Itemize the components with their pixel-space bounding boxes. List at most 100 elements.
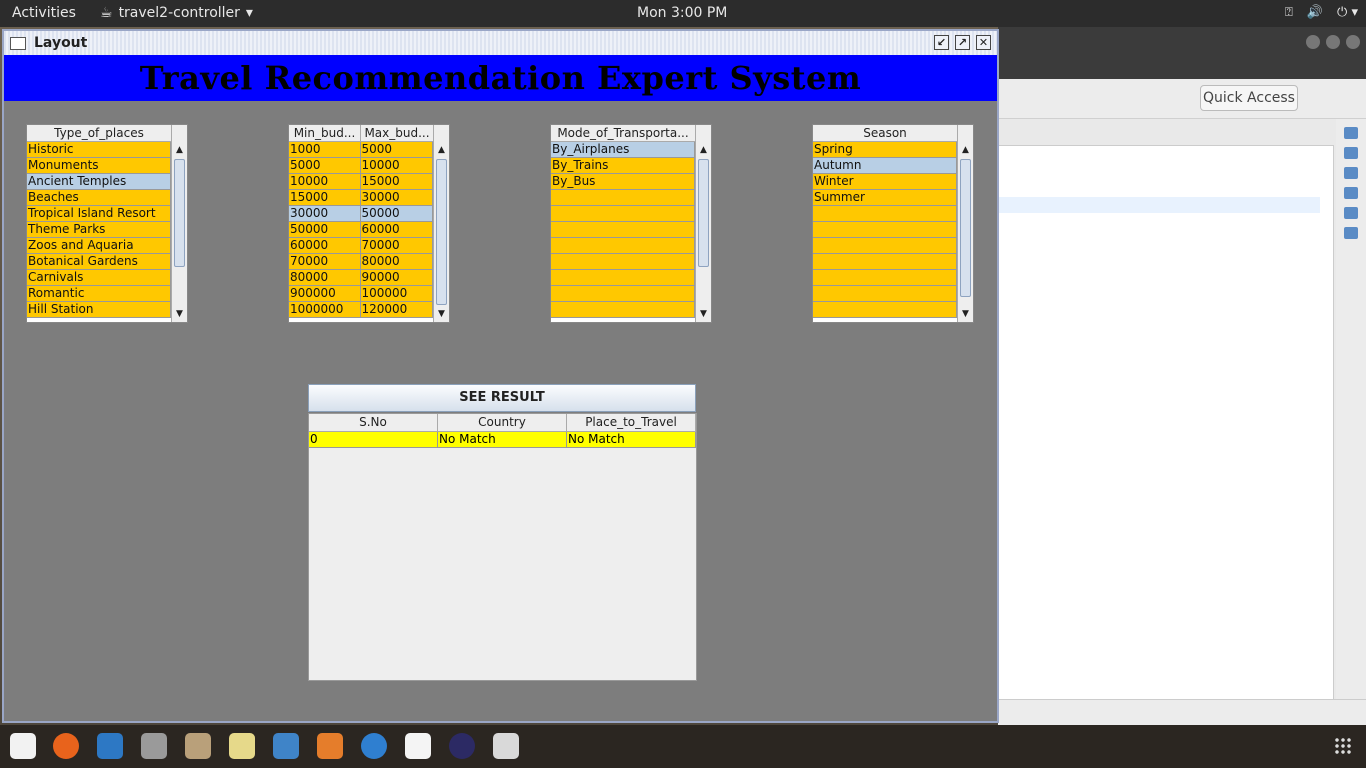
software-center-icon[interactable]: [317, 733, 343, 759]
list-item[interactable]: Zoos and Aquaria: [27, 238, 171, 254]
column-header-country[interactable]: Country: [438, 414, 567, 431]
table-row[interactable]: 1000 5000: [289, 142, 433, 158]
table-row[interactable]: 5000 10000: [289, 158, 433, 174]
list-item[interactable]: [551, 270, 695, 286]
list-item[interactable]: [551, 222, 695, 238]
list-item[interactable]: [813, 270, 957, 286]
java-app-icon[interactable]: [493, 733, 519, 759]
thunderbird-icon[interactable]: [97, 733, 123, 759]
list-item[interactable]: [813, 206, 957, 222]
list-item[interactable]: [551, 302, 695, 318]
table-row[interactable]: 80000 90000: [289, 270, 433, 286]
list-item[interactable]: Autumn: [813, 158, 957, 174]
column-header-min-budget[interactable]: Min_bud...: [289, 125, 361, 141]
list-item[interactable]: [813, 238, 957, 254]
list-item[interactable]: Tropical Island Resort: [27, 206, 171, 222]
quick-access-field[interactable]: Quick Access: [1200, 85, 1298, 111]
scroll-up-icon[interactable]: ▲: [696, 142, 711, 158]
scroll-up-icon[interactable]: ▲: [172, 142, 187, 158]
table-row[interactable]: 0 No Match No Match: [309, 432, 696, 448]
scroll-down-icon[interactable]: ▼: [696, 306, 711, 322]
app-menu[interactable]: ☕ travel2-controller ▾: [100, 5, 253, 21]
table-row[interactable]: 1000000 120000: [289, 302, 433, 318]
scroll-thumb[interactable]: [960, 159, 971, 297]
outline-icon[interactable]: [1344, 127, 1358, 139]
list-item[interactable]: [813, 302, 957, 318]
scrollbar[interactable]: ▲ ▼: [433, 125, 449, 322]
maximize-icon[interactable]: [1326, 35, 1340, 49]
list-item[interactable]: Hill Station: [27, 302, 171, 318]
list-item[interactable]: [551, 254, 695, 270]
table-row[interactable]: 70000 80000: [289, 254, 433, 270]
list-item[interactable]: Ancient Temples: [27, 174, 171, 190]
amazon-icon[interactable]: [405, 733, 431, 759]
list-item[interactable]: [551, 286, 695, 302]
list-item[interactable]: Botanical Gardens: [27, 254, 171, 270]
scrollbar[interactable]: ▲ ▼: [171, 125, 187, 322]
help-icon[interactable]: [361, 733, 387, 759]
table-row[interactable]: 60000 70000: [289, 238, 433, 254]
list-item[interactable]: Spring: [813, 142, 957, 158]
table-row[interactable]: 30000 50000: [289, 206, 433, 222]
java-installer-icon[interactable]: [10, 733, 36, 759]
list-item[interactable]: Theme Parks: [27, 222, 171, 238]
minimize-icon[interactable]: ↙: [934, 35, 949, 50]
system-tray[interactable]: ⍰ 🔊 ⏻ ▾: [1285, 5, 1358, 20]
scroll-down-icon[interactable]: ▼: [172, 306, 187, 322]
list-item[interactable]: Romantic: [27, 286, 171, 302]
dialog-titlebar[interactable]: Layout ↙ ↗ ✕: [4, 31, 997, 55]
files-icon[interactable]: [185, 733, 211, 759]
close-icon[interactable]: [1346, 35, 1360, 49]
rhythmbox-icon[interactable]: [229, 733, 255, 759]
table-row[interactable]: 900000 100000: [289, 286, 433, 302]
list-item[interactable]: Historic: [27, 142, 171, 158]
task-list-icon[interactable]: [1344, 147, 1358, 159]
table-row[interactable]: 50000 60000: [289, 222, 433, 238]
minimize-icon[interactable]: [1306, 35, 1320, 49]
declaration-icon[interactable]: [1344, 187, 1358, 199]
maximize-icon[interactable]: ↗: [955, 35, 970, 50]
table-row[interactable]: 15000 30000: [289, 190, 433, 206]
eclipse-icon[interactable]: [449, 733, 475, 759]
list-item[interactable]: [551, 206, 695, 222]
scroll-down-icon[interactable]: ▼: [958, 306, 973, 322]
list-item[interactable]: By_Airplanes: [551, 142, 695, 158]
list-item[interactable]: Summer: [813, 190, 957, 206]
list-item[interactable]: Monuments: [27, 158, 171, 174]
scroll-up-icon[interactable]: ▲: [434, 142, 449, 158]
list-item[interactable]: Beaches: [27, 190, 171, 206]
activities-button[interactable]: Activities: [12, 5, 76, 21]
show-applications-icon[interactable]: [1334, 737, 1352, 755]
column-header[interactable]: Mode_of_Transporta...: [551, 125, 696, 141]
scroll-thumb[interactable]: [174, 159, 185, 267]
list-item[interactable]: [813, 254, 957, 270]
list-item[interactable]: Winter: [813, 174, 957, 190]
editor-area[interactable]: [998, 145, 1334, 715]
list-item[interactable]: By_Bus: [551, 174, 695, 190]
console-icon[interactable]: [1344, 207, 1358, 219]
clock[interactable]: Mon 3:00 PM: [637, 5, 727, 21]
servers-icon[interactable]: [1344, 227, 1358, 239]
list-item[interactable]: [813, 286, 957, 302]
see-result-button[interactable]: SEE RESULT: [308, 384, 696, 412]
javadoc-icon[interactable]: [1344, 167, 1358, 179]
firefox-icon[interactable]: [53, 733, 79, 759]
scrollbar[interactable]: ▲ ▼: [957, 125, 973, 322]
list-item[interactable]: [813, 222, 957, 238]
scroll-down-icon[interactable]: ▼: [434, 306, 449, 322]
list-item[interactable]: Carnivals: [27, 270, 171, 286]
writer-icon[interactable]: [273, 733, 299, 759]
list-item[interactable]: By_Trains: [551, 158, 695, 174]
table-row[interactable]: 10000 15000: [289, 174, 433, 190]
column-header-sno[interactable]: S.No: [309, 414, 438, 431]
column-header[interactable]: Type_of_places: [27, 125, 172, 141]
list-item[interactable]: [551, 190, 695, 206]
printer-icon[interactable]: [141, 733, 167, 759]
close-icon[interactable]: ✕: [976, 35, 991, 50]
column-header-place[interactable]: Place_to_Travel: [567, 414, 696, 431]
column-header-max-budget[interactable]: Max_bud...: [361, 125, 434, 141]
scroll-thumb[interactable]: [436, 159, 447, 305]
scroll-thumb[interactable]: [698, 159, 709, 267]
scroll-up-icon[interactable]: ▲: [958, 142, 973, 158]
column-header[interactable]: Season: [813, 125, 958, 141]
